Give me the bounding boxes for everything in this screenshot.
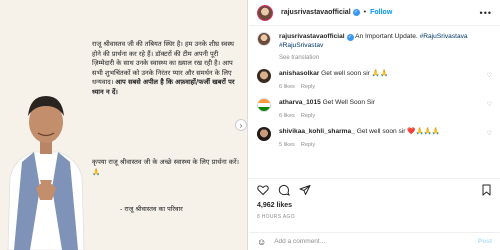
prayer-text: कृपया राजू श्रीवास्तव जी के अच्छे स्वास्… bbox=[92, 158, 240, 176]
reply-link[interactable]: Reply bbox=[301, 84, 315, 90]
caption-avatar[interactable] bbox=[257, 32, 271, 46]
commenter-avatar[interactable] bbox=[257, 98, 271, 112]
comment-body: atharva_1015 Get Well Soon Sir 6 likes Re… bbox=[279, 98, 375, 121]
comment-username[interactable]: shivikaa_kohli_sharma_ bbox=[279, 128, 355, 135]
instagram-post-view: राजू श्रीवास्तव जी की तबियत स्थिर है। हम… bbox=[0, 0, 500, 250]
reply-link[interactable]: Reply bbox=[301, 142, 315, 148]
comment-text: Get Well Soon Sir bbox=[320, 99, 375, 106]
comment-likes[interactable]: 6 likes bbox=[279, 84, 295, 90]
comment-meta: 6 likes Reply bbox=[279, 83, 388, 92]
likes-count[interactable]: 4,962 likes bbox=[257, 202, 292, 209]
like-comment-heart-icon[interactable]: ♡ bbox=[487, 72, 492, 79]
comment-username[interactable]: atharva_1015 bbox=[279, 99, 321, 106]
caption-row: rajusrivastavaofficial ✓ An Important Upd… bbox=[257, 32, 492, 63]
comment-text: Get well soon sir ❤️🙏🙏🙏 bbox=[354, 128, 441, 135]
post-actions-bar bbox=[249, 178, 500, 200]
comment-input[interactable] bbox=[274, 238, 465, 245]
post-comment-button[interactable]: Post bbox=[478, 238, 492, 245]
comment-item: anishasolkar Get well soon sir 🙏🙏 6 like… bbox=[257, 69, 492, 92]
chevron-right-icon: › bbox=[239, 120, 243, 130]
post-header: rajusrivastavaofficial ✓ • Follow ••• bbox=[249, 0, 500, 26]
bookmark-icon[interactable] bbox=[481, 184, 492, 196]
like-comment-heart-icon[interactable]: ♡ bbox=[487, 101, 492, 108]
comment-likes[interactable]: 5 likes bbox=[279, 142, 295, 148]
post-image[interactable]: राजू श्रीवास्तव जी की तबियत स्थिर है। हम… bbox=[0, 0, 248, 250]
comment-meta: 5 likes Reply bbox=[279, 141, 440, 150]
caption-handle[interactable]: rajusrivastavaofficial bbox=[279, 33, 345, 40]
comments-list: rajusrivastavaofficial ✓ An Important Upd… bbox=[249, 26, 500, 150]
reply-link[interactable]: Reply bbox=[301, 113, 315, 119]
comment-body: anishasolkar Get well soon sir 🙏🙏 6 like… bbox=[279, 69, 388, 92]
comment-text: Get well soon sir 🙏🙏 bbox=[319, 70, 389, 77]
commenter-avatar[interactable] bbox=[257, 69, 271, 83]
emoji-icon[interactable]: ☺ bbox=[257, 237, 266, 247]
comment-body: shivikaa_kohli_sharma_ Get well soon sir… bbox=[279, 127, 440, 150]
comment-item: shivikaa_kohli_sharma_ Get well soon sir… bbox=[257, 127, 492, 150]
comment-icon[interactable] bbox=[278, 184, 290, 196]
caption-body: rajusrivastavaofficial ✓ An Important Upd… bbox=[279, 32, 492, 63]
author-avatar[interactable] bbox=[257, 4, 273, 21]
family-signature: - राजू श्रीवास्तव का परिवार bbox=[120, 205, 183, 213]
notice-text: राजू श्रीवास्तव जी की तबियत स्थिर है। हम… bbox=[92, 40, 240, 98]
separator-dot: • bbox=[363, 9, 367, 16]
verified-badge-icon: ✓ bbox=[352, 9, 360, 16]
more-options-icon[interactable]: ••• bbox=[480, 8, 492, 18]
author-handle[interactable]: rajusrivastavaofficial bbox=[281, 9, 351, 16]
person-illustration bbox=[0, 88, 90, 250]
heart-icon[interactable] bbox=[257, 184, 269, 196]
like-comment-heart-icon[interactable]: ♡ bbox=[487, 130, 492, 137]
carousel-next-button[interactable]: › bbox=[235, 119, 247, 131]
caption-text: An Important Update. bbox=[353, 33, 420, 40]
post-side-panel: rajusrivastavaofficial ✓ • Follow ••• ra… bbox=[249, 0, 500, 250]
post-timestamp: 8 HOURS AGO bbox=[257, 214, 295, 220]
verified-badge-icon: ✓ bbox=[346, 34, 354, 41]
follow-button[interactable]: Follow bbox=[370, 9, 392, 16]
see-translation-link[interactable]: See translation bbox=[279, 54, 492, 63]
comment-meta: 6 likes Reply bbox=[279, 112, 375, 121]
share-icon[interactable] bbox=[299, 184, 311, 196]
comment-item: atharva_1015 Get Well Soon Sir 6 likes Re… bbox=[257, 98, 492, 121]
commenter-avatar[interactable] bbox=[257, 127, 271, 141]
comment-likes[interactable]: 6 likes bbox=[279, 113, 295, 119]
comment-username[interactable]: anishasolkar bbox=[279, 70, 319, 77]
add-comment-bar: ☺ Post bbox=[249, 232, 500, 250]
